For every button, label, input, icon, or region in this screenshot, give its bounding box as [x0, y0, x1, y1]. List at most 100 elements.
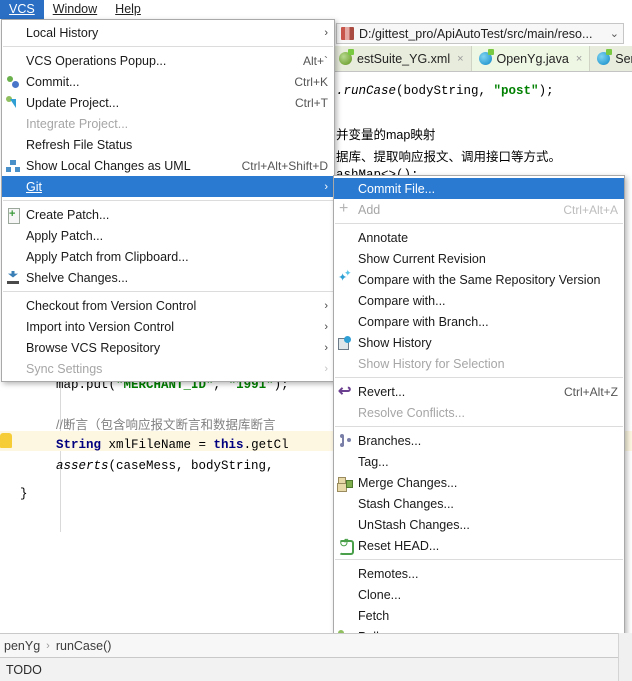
code-closing-brace: } [20, 487, 28, 501]
editor-tab-testsuite-yg-xml[interactable]: estSuite_YG.xml × [332, 46, 472, 71]
menubar-item-window[interactable]: Window [44, 0, 106, 19]
menu-item-update-project[interactable]: Update Project... Ctrl+T [2, 92, 334, 113]
menubar-item-help[interactable]: Help [106, 0, 150, 19]
close-icon[interactable]: × [576, 53, 582, 65]
scrollbar-vertical[interactable] [618, 633, 632, 681]
menu-label: Show Local Changes as UML [26, 158, 191, 173]
menu-icon-none [334, 249, 356, 269]
editor-tab-openyg-java[interactable]: OpenYg.java × [471, 46, 591, 71]
menu-icon-none [2, 177, 24, 197]
menu-item-compare-with[interactable]: Compare with... [334, 290, 624, 311]
xml-file-icon [339, 49, 354, 65]
menu-item-compare-with-same-repository-version[interactable]: Compare with the Same Repository Version [334, 268, 624, 290]
menu-label: Checkout from Version Control [26, 298, 197, 313]
code-assert-comment: //断言（包含响应报文断言和数据库断言 [56, 418, 276, 432]
code-keyword-string: String [56, 438, 102, 452]
menu-separator [335, 223, 623, 224]
menu-icon-none [334, 452, 356, 472]
merge-icon [334, 473, 356, 493]
git-submenu: Commit File... Add Ctrl+Alt+A Annotate S… [333, 175, 625, 681]
menu-item-browse-vcs-repository[interactable]: Browse VCS Repository › [2, 337, 334, 358]
menubar-label-help: Help [115, 2, 141, 16]
branches-icon [334, 431, 356, 451]
tool-window-button-todo[interactable]: TODO [6, 663, 42, 677]
submenu-arrow-icon: › [324, 320, 328, 333]
menu-label: Refresh File Status [26, 137, 133, 152]
menu-label: Clone... [358, 587, 402, 602]
menu-icon-none [334, 564, 356, 584]
menu-label: Compare with the Same Repository Version [358, 272, 601, 287]
menu-icon-none [2, 359, 24, 379]
menu-label: Branches... [358, 433, 422, 448]
reset-head-icon [334, 536, 356, 556]
menu-item-refresh-file-status[interactable]: Refresh File Status [2, 134, 334, 155]
code-string-post: "post" [493, 84, 539, 98]
menu-icon-none [334, 606, 356, 626]
menu-item-show-history-for-selection: Show History for Selection [334, 353, 624, 374]
menu-label: Add [358, 202, 381, 217]
menu-item-tag[interactable]: Tag... [334, 451, 624, 472]
code-comment-line-3: 据库、提取响应报文、调用接口等方式。 [336, 150, 562, 164]
code-var-xmlfilename: xmlFileName = [101, 438, 214, 452]
menu-icon-none [2, 296, 24, 316]
breadcrumb-method[interactable]: runCase() [56, 639, 112, 653]
menu-item-local-history[interactable]: Local History › [2, 22, 334, 43]
menu-item-remotes[interactable]: Remotes... [334, 563, 624, 584]
menu-icon-none [2, 51, 24, 71]
menu-label: Show History for Selection [358, 356, 505, 371]
menu-label: Stash Changes... [358, 496, 454, 511]
update-project-icon [2, 93, 24, 113]
uml-icon [2, 156, 24, 176]
menu-label: Local History [26, 25, 99, 40]
menu-item-git[interactable]: Git › [2, 176, 334, 197]
editor-tab-sendm[interactable]: Sendm [590, 46, 632, 71]
menu-item-stash-changes[interactable]: Stash Changes... [334, 493, 624, 514]
code-asserts-args: (caseMess, bodyString, [108, 459, 282, 473]
submenu-arrow-icon: › [324, 299, 328, 312]
menu-label: Update Project... [26, 95, 120, 110]
menubar-item-vcs[interactable]: VCS [0, 0, 44, 19]
menu-item-annotate[interactable]: Annotate [334, 227, 624, 248]
java-class-icon [478, 49, 494, 65]
menu-label: Compare with... [358, 293, 446, 308]
menu-item-show-history[interactable]: Show History [334, 332, 624, 353]
code-method-runcase: .runCase [336, 84, 397, 98]
menu-item-commit-file[interactable]: Commit File... [334, 178, 624, 199]
intention-bulb-icon[interactable] [0, 433, 12, 448]
chevron-down-icon[interactable]: ⌄ [610, 27, 619, 40]
menu-item-checkout-from-version-control[interactable]: Checkout from Version Control › [2, 295, 334, 316]
menu-item-unstash-changes[interactable]: UnStash Changes... [334, 514, 624, 535]
menu-item-branches[interactable]: Branches... [334, 430, 624, 451]
menu-label: Compare with Branch... [358, 314, 489, 329]
menu-item-apply-patch-from-clipboard[interactable]: Apply Patch from Clipboard... [2, 246, 334, 267]
menu-shortcut: Ctrl+T [295, 95, 328, 110]
close-icon[interactable]: × [457, 53, 463, 65]
menu-separator [3, 200, 333, 201]
menu-label: Apply Patch from Clipboard... [26, 249, 189, 264]
menu-item-shelve-changes[interactable]: Shelve Changes... [2, 267, 334, 288]
menu-label: Show History [358, 335, 432, 350]
java-class-icon [597, 49, 613, 65]
navigation-path-bar[interactable]: D:/gittest_pro/ApiAutoTest/src/main/reso… [336, 23, 624, 44]
menu-item-revert[interactable]: Revert... Ctrl+Alt+Z [334, 381, 624, 402]
breadcrumb-class[interactable]: penYg [4, 639, 40, 653]
menu-item-apply-patch[interactable]: Apply Patch... [2, 225, 334, 246]
menu-separator [3, 46, 333, 47]
menu-item-reset-head[interactable]: Reset HEAD... [334, 535, 624, 556]
show-history-icon [334, 333, 356, 353]
menu-icon-none [334, 228, 356, 248]
submenu-arrow-icon: › [324, 362, 328, 375]
menu-item-create-patch[interactable]: Create Patch... [2, 204, 334, 225]
menu-item-clone[interactable]: Clone... [334, 584, 624, 605]
menu-item-compare-with-branch[interactable]: Compare with Branch... [334, 311, 624, 332]
menu-label: Annotate [358, 230, 409, 245]
menu-item-import-into-version-control[interactable]: Import into Version Control › [2, 316, 334, 337]
menu-item-show-current-revision[interactable]: Show Current Revision [334, 248, 624, 269]
menu-item-commit[interactable]: Commit... Ctrl+K [2, 71, 334, 92]
menu-item-vcs-operations-popup[interactable]: VCS Operations Popup... Alt+` [2, 50, 334, 71]
menu-item-show-local-changes-as-uml[interactable]: Show Local Changes as UML Ctrl+Alt+Shift… [2, 155, 334, 176]
menu-item-fetch[interactable]: Fetch [334, 605, 624, 626]
module-icon [341, 27, 354, 40]
menu-item-merge-changes[interactable]: Merge Changes... [334, 472, 624, 493]
menu-icon-none [334, 515, 356, 535]
